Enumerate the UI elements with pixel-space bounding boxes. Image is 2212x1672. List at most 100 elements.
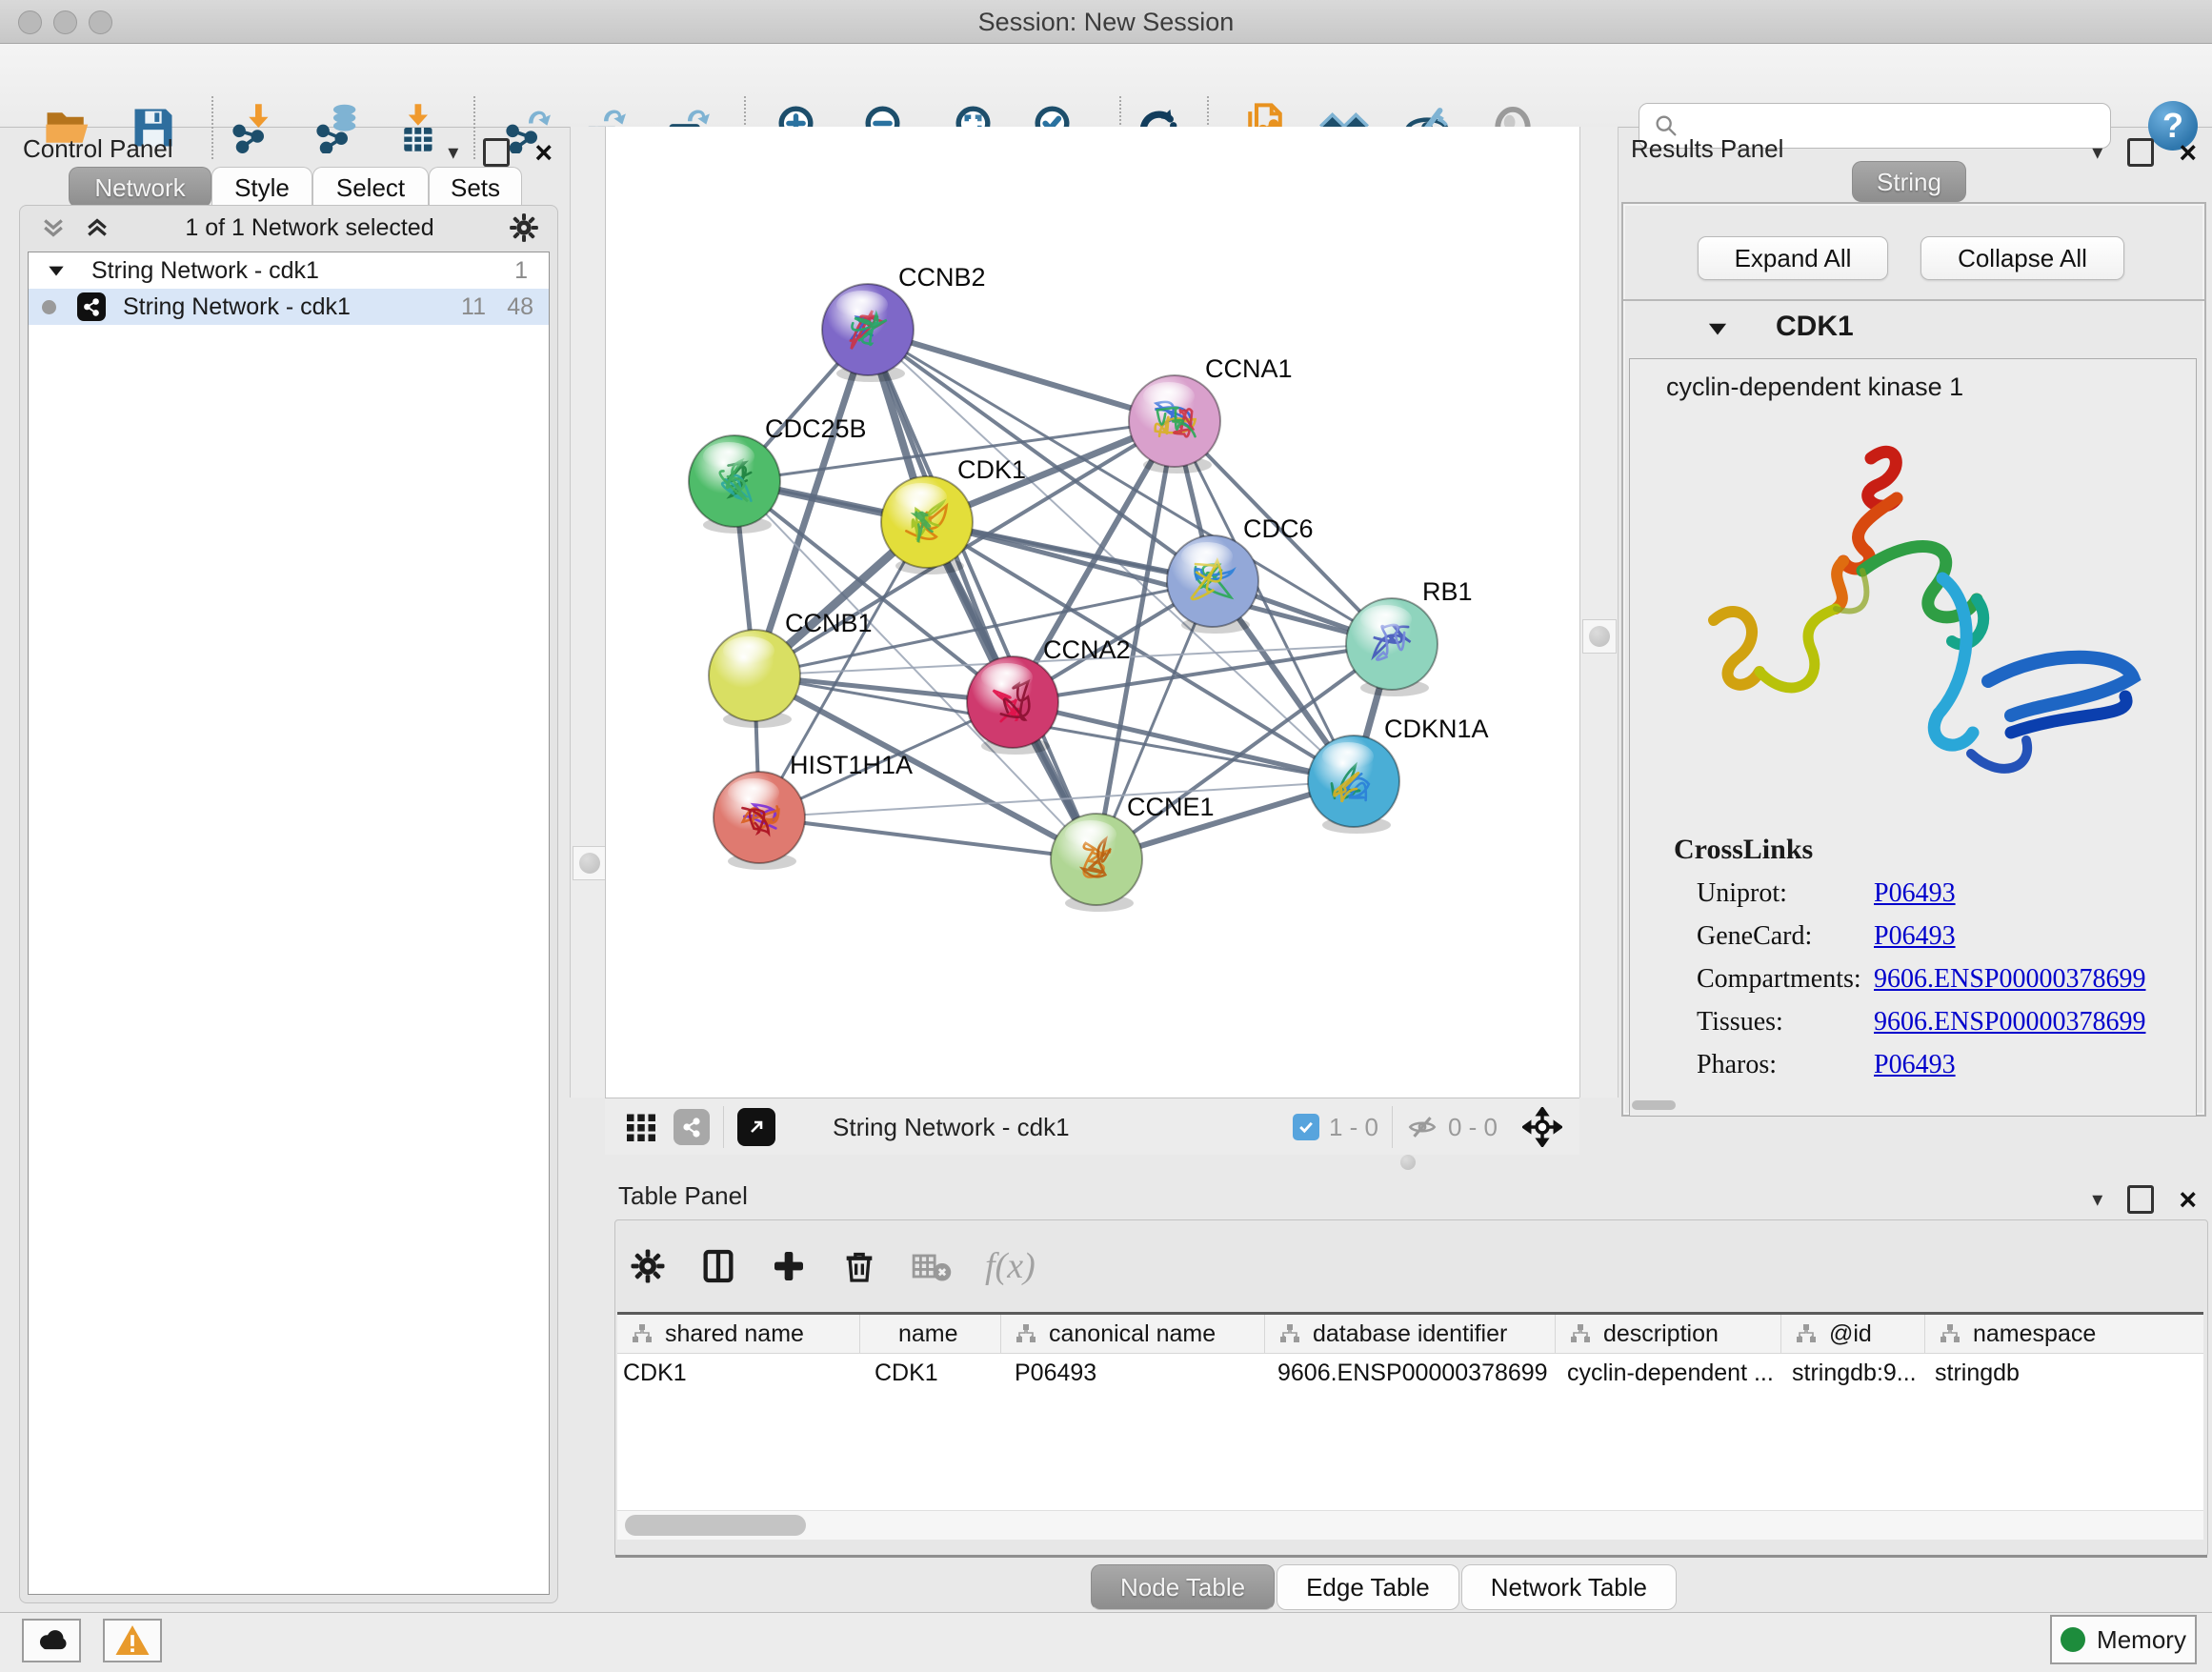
warnings-button[interactable] [103,1619,162,1662]
column-type-icon [1569,1322,1592,1345]
scrollbar-thumb[interactable] [625,1515,806,1536]
collapse-all-chevron-icon[interactable] [39,213,68,242]
column-header-description[interactable]: description [1556,1315,1781,1353]
table-row[interactable]: CDK1CDK1P064939606.ENSP00000378699cyclin… [617,1354,2203,1392]
column-header-label: description [1603,1320,1719,1348]
hidden-counts: 0 - 0 [1448,1113,1498,1142]
birdseye-grid-icon[interactable] [624,1110,658,1144]
expand-all-button[interactable]: Expand All [1698,236,1888,280]
function-builder-icon: f(x) [985,1245,1036,1287]
table-panel-menu-button[interactable]: ▾ [2092,1187,2102,1212]
gear-icon[interactable] [508,212,540,244]
collapse-all-button[interactable]: Collapse All [1920,236,2124,280]
tab-style[interactable]: Style [211,167,312,208]
delete-column-trash-icon[interactable] [840,1247,878,1285]
horizontal-splitter[interactable] [605,1155,2212,1174]
crosslink-label: Tissues: [1697,1007,1783,1037]
results-panel-menu-button[interactable]: ▾ [2092,140,2102,165]
edge-CCNB2-CCNA1[interactable] [868,330,1175,421]
collection-label: String Network - cdk1 [91,257,319,285]
tab-network[interactable]: Network [69,167,211,208]
column-header-label: canonical name [1049,1320,1216,1348]
column-header-canonical-name[interactable]: canonical name [1001,1315,1265,1353]
table-cell: stringdb [1920,1354,2203,1392]
open-in-new-window-icon[interactable] [737,1108,775,1146]
tab-edge-table[interactable]: Edge Table [1277,1564,1459,1610]
node-CCNB1[interactable]: CCNB1 [709,609,873,728]
left-splitter-grabber[interactable] [573,846,607,880]
network-row-selected[interactable]: String Network - cdk1 11 48 [29,289,549,325]
crosslink-link[interactable]: P06493 [1874,1050,1956,1080]
network-view-title: String Network - cdk1 [833,1113,1070,1142]
crosslink-link[interactable]: P06493 [1874,878,1956,909]
crosslink-link[interactable]: 9606.ENSP00000378699 [1874,964,2145,995]
crosslinks-title: CrossLinks [1674,834,1813,866]
results-panel-close-button[interactable]: × [2179,141,2197,164]
tab-select[interactable]: Select [312,167,429,208]
right-splitter-grabber[interactable] [1582,619,1617,654]
column-header-label: @id [1829,1320,1872,1348]
node-CDK1[interactable]: CDK1 [881,455,1026,574]
table-panel-close-button[interactable]: × [2179,1188,2197,1211]
node-RB1[interactable]: RB1 [1346,577,1473,696]
table-panel-float-button[interactable] [2127,1185,2154,1214]
results-horizontal-scrollbar[interactable] [1632,1100,1676,1110]
tab-sets[interactable]: Sets [429,167,522,208]
node-label-RB1: RB1 [1422,577,1473,606]
tab-string[interactable]: String [1852,161,1966,202]
add-column-plus-icon[interactable] [770,1247,808,1285]
column-header-name[interactable]: name [860,1315,1001,1353]
edge-CCNB2-CCNE1[interactable] [868,330,1096,859]
left-splitter[interactable] [570,127,608,1098]
column-header--id[interactable]: @id [1781,1315,1925,1353]
memory-status-dot-icon [2061,1627,2085,1652]
table-settings-gear-icon[interactable] [629,1247,667,1285]
network-share-icon[interactable] [674,1109,710,1145]
node-label-HIST1H1A: HIST1H1A [790,751,913,779]
table-horizontal-scrollbar[interactable] [617,1510,2203,1540]
status-bar: Memory [0,1612,2212,1672]
protein-structure-image [1657,418,2171,834]
crosslink-link[interactable]: 9606.ENSP00000378699 [1874,1007,2145,1037]
network-view-toolbar: String Network - cdk1 1 - 0 0 - 0 [605,1098,1579,1156]
network-type-icon [77,292,106,321]
gene-description: cyclin-dependent kinase 1 [1666,373,1963,402]
network-status-dot-icon [42,300,56,314]
network-collection-row[interactable]: String Network - cdk1 1 [29,252,549,289]
column-header-label: namespace [1973,1320,2096,1348]
column-header-namespace[interactable]: namespace [1925,1315,2203,1353]
network-canvas[interactable]: CCNB2CCNA1CDC25BCDK1CDC6RB1CCNB1CCNA2CDK… [605,127,1580,1098]
network-tree: String Network - cdk1 1 String Network -… [28,252,550,1595]
node-label-CDKN1A: CDKN1A [1384,715,1489,743]
gene-section-caret-icon[interactable] [1705,316,1730,341]
column-type-icon [1015,1322,1037,1345]
edge-HIST1H1A-CCNE1[interactable] [759,817,1096,859]
results-panel-float-button[interactable] [2127,138,2154,167]
node-CDKN1A[interactable]: CDKN1A [1308,715,1489,834]
cloud-status-button[interactable] [22,1619,81,1662]
edge-CCNA2-CDKN1A[interactable] [1013,702,1354,781]
control-panel-float-button[interactable] [483,138,510,167]
tree-expand-caret-icon[interactable] [46,260,67,281]
tab-node-table[interactable]: Node Table [1091,1564,1275,1610]
column-header-database-identifier[interactable]: database identifier [1265,1315,1556,1353]
results-panel-title: Results Panel [1631,134,1783,164]
expand-all-chevron-icon[interactable] [83,213,111,242]
control-panel-menu-button[interactable]: ▾ [448,140,458,165]
selected-checkbox-icon[interactable] [1293,1114,1319,1140]
network-selection-status: 1 of 1 Network selected [111,214,508,242]
node-count: 11 [461,293,486,321]
crosslink-link[interactable]: P06493 [1874,921,1956,952]
column-header-shared-name[interactable]: shared name [617,1315,860,1353]
edge-count: 48 [507,293,533,321]
node-label-CCNB2: CCNB2 [898,263,986,292]
crosslink-label: Uniprot: [1697,878,1787,909]
control-panel-title: Control Panel [23,134,173,164]
memory-button[interactable]: Memory [2050,1615,2197,1664]
tab-network-table[interactable]: Network Table [1461,1564,1677,1610]
show-columns-icon[interactable] [699,1247,737,1285]
right-splitter[interactable] [1579,127,1619,1098]
fit-content-crosshair-icon[interactable] [1522,1107,1562,1147]
crosslink-label: Compartments: [1697,964,1861,995]
control-panel-close-button[interactable]: × [534,141,553,164]
